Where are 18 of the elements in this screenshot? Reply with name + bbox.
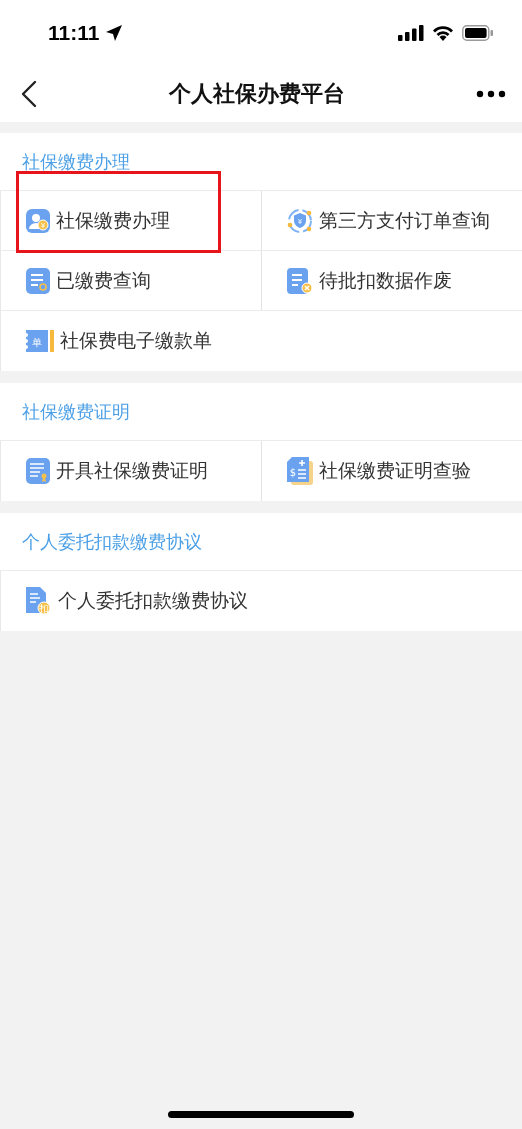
- document-award-icon: [26, 458, 50, 484]
- back-button[interactable]: [20, 80, 38, 108]
- more-icon: [476, 90, 506, 98]
- section-title: 社保缴费证明: [22, 399, 130, 424]
- service-item[interactable]: 已缴费查询: [0, 251, 261, 311]
- back-icon: [20, 80, 38, 108]
- location-arrow-icon: [105, 24, 124, 42]
- document-cancel-icon: [287, 267, 313, 294]
- section-title: 个人委托扣款缴费协议: [22, 529, 202, 554]
- wifi-icon: [432, 25, 454, 41]
- more-button[interactable]: [476, 90, 506, 98]
- battery-icon: [462, 25, 494, 41]
- clock-time: 11:11: [48, 21, 100, 45]
- page-title: 个人社保办费平台: [167, 80, 346, 108]
- service-item[interactable]: 待批扣数据作废: [261, 251, 522, 311]
- signal-icon: [398, 25, 424, 41]
- section-title: 社保缴费办理: [22, 149, 130, 174]
- document-search-icon: [26, 267, 50, 294]
